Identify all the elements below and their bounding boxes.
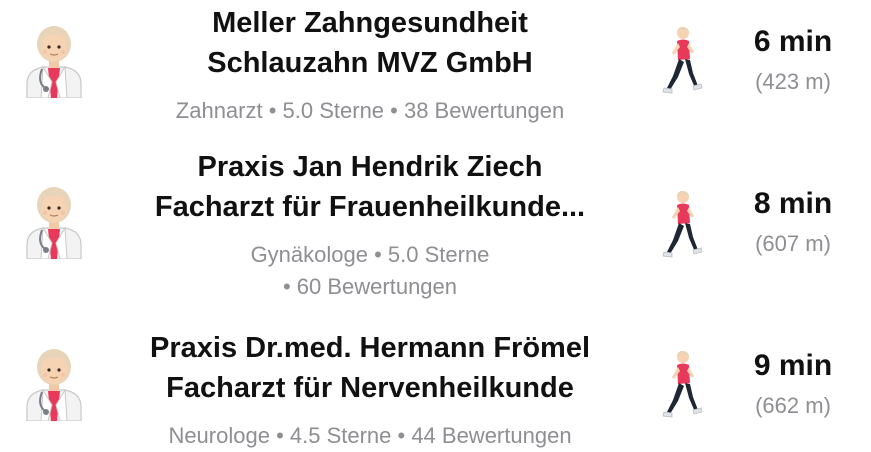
eta-distance: (662 m) bbox=[755, 393, 831, 418]
result-subtitle: Zahnarzt • 5.0 Sterne • 38 Bewertungen bbox=[96, 95, 644, 127]
result-subtitle-line: Gynäkologe • 5.0 Sterne bbox=[250, 242, 490, 267]
travel-estimate: 6 min (423 m) bbox=[715, 22, 871, 96]
result-subtitle: Gynäkologe • 5.0 Sterne • 60 Bewertungen bbox=[96, 239, 644, 303]
result-info: Meller Zahngesundheit Schlauzahn MVZ Gmb… bbox=[96, 3, 644, 127]
eta-time: 8 min bbox=[753, 187, 833, 220]
result-subtitle: Neurologe • 4.5 Sterne • 44 Bewertungen bbox=[96, 420, 644, 452]
result-subtitle-line: • 60 Bewertungen bbox=[282, 274, 458, 299]
travel-estimate: 9 min (662 m) bbox=[715, 346, 871, 420]
result-title-line: Praxis Dr.med. Hermann Frömel bbox=[150, 332, 590, 364]
result-title-line: Meller Zahngesundheit bbox=[212, 7, 528, 39]
person-walking-icon bbox=[659, 350, 705, 422]
result-title: Praxis Dr.med. Hermann Frömel Facharzt f… bbox=[96, 328, 644, 408]
eta-time: 9 min bbox=[753, 349, 833, 382]
result-subtitle-line: Zahnarzt • 5.0 Sterne • 38 Bewertungen bbox=[175, 98, 565, 123]
person-walking-icon bbox=[659, 26, 705, 98]
person-walking-icon bbox=[659, 190, 705, 262]
health-worker-icon bbox=[21, 183, 87, 259]
list-item[interactable]: Praxis Dr.med. Hermann Frömel Facharzt f… bbox=[0, 310, 871, 448]
eta-distance: (607 m) bbox=[755, 231, 831, 256]
eta-time: 6 min bbox=[753, 25, 833, 58]
travel-estimate: 8 min (607 m) bbox=[715, 184, 871, 258]
result-title-line: Praxis Jan Hendrik Ziech bbox=[197, 151, 543, 183]
result-info: Praxis Dr.med. Hermann Frömel Facharzt f… bbox=[96, 328, 644, 452]
result-subtitle-line: Neurologe • 4.5 Sterne • 44 Bewertungen bbox=[168, 423, 572, 448]
health-worker-icon bbox=[21, 345, 87, 421]
result-title-line: Facharzt für Frauenheilkunde... bbox=[154, 191, 586, 223]
result-info: Praxis Jan Hendrik Ziech Facharzt für Fr… bbox=[96, 147, 644, 303]
list-item[interactable]: Praxis Jan Hendrik Ziech Facharzt für Fr… bbox=[0, 138, 871, 310]
list-item[interactable]: Meller Zahngesundheit Schlauzahn MVZ Gmb… bbox=[0, 0, 871, 138]
result-title: Meller Zahngesundheit Schlauzahn MVZ Gmb… bbox=[96, 3, 644, 83]
results-list: Meller Zahngesundheit Schlauzahn MVZ Gmb… bbox=[0, 0, 871, 448]
eta-distance: (423 m) bbox=[755, 69, 831, 94]
result-title: Praxis Jan Hendrik Ziech Facharzt für Fr… bbox=[96, 147, 644, 227]
result-title-line: Facharzt für Nervenheilkunde bbox=[166, 372, 574, 404]
result-title-line: Schlauzahn MVZ GmbH bbox=[207, 47, 533, 79]
health-worker-icon bbox=[21, 22, 87, 98]
